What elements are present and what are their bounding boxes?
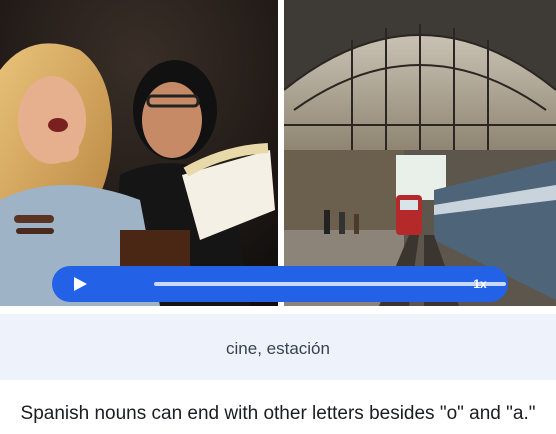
play-icon xyxy=(74,277,87,291)
audio-progress-line xyxy=(154,282,506,286)
people-eating-popcorn-image xyxy=(0,0,278,306)
cinema-photo xyxy=(0,0,278,306)
lesson-explanation: Spanish nouns can end with other letters… xyxy=(20,403,536,424)
station-photo xyxy=(284,0,556,306)
vocabulary-words: cine, estación xyxy=(226,339,330,358)
play-button[interactable] xyxy=(72,276,88,292)
vocabulary-band: cine, estación xyxy=(0,314,556,380)
audio-player: 1x xyxy=(52,266,508,302)
playback-speed-button[interactable]: 1x xyxy=(466,276,494,292)
lesson-image-pair xyxy=(0,0,556,306)
audio-progress-track[interactable] xyxy=(154,282,506,286)
train-station-image xyxy=(284,0,556,306)
